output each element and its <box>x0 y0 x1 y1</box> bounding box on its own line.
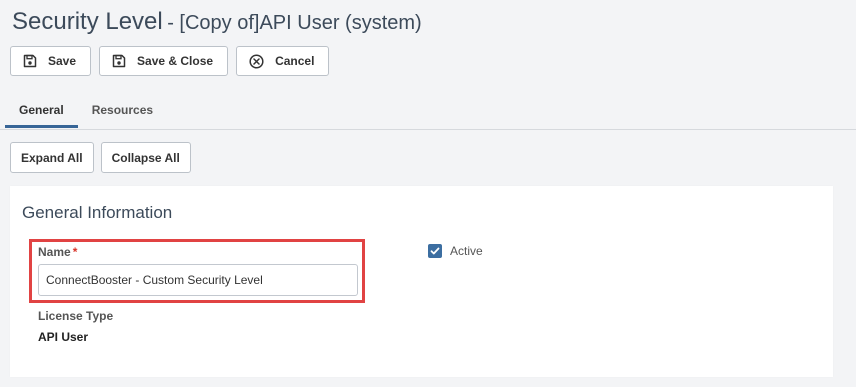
collapse-all-button[interactable]: Collapse All <box>100 142 191 173</box>
active-checkbox-row[interactable]: Active <box>428 244 483 258</box>
expand-all-button[interactable]: Expand All <box>10 142 94 173</box>
floppy-disk-icon <box>23 54 37 68</box>
name-input[interactable] <box>38 264 358 296</box>
section-title: General Information <box>22 203 173 222</box>
general-information-panel: General Information Name* Active License… <box>10 186 833 377</box>
tab-bar: General Resources <box>5 92 167 128</box>
active-label: Active <box>450 244 483 258</box>
page-header: Security Level - [Copy of]API User (syst… <box>12 8 422 36</box>
tab-resources[interactable]: Resources <box>78 92 167 128</box>
cancel-button-label: Cancel <box>275 54 315 68</box>
license-type-label: License Type <box>38 309 114 323</box>
name-label: Name * <box>38 245 77 259</box>
tab-divider <box>0 129 856 130</box>
floppy-disk-icon <box>112 54 126 68</box>
save-button[interactable]: Save <box>10 46 92 76</box>
page-subtitle: - [Copy of]API User (system) <box>167 12 422 34</box>
save-button-label: Save <box>48 54 77 68</box>
name-label-text: Name <box>38 245 71 259</box>
save-close-button-label: Save & Close <box>137 54 214 68</box>
cancel-button[interactable]: Cancel <box>236 46 330 76</box>
circle-x-icon <box>249 53 264 69</box>
required-marker: * <box>72 245 78 259</box>
page-title: Security Level <box>12 8 163 35</box>
license-type-value: API User <box>38 330 89 344</box>
check-icon <box>430 247 440 255</box>
tab-general[interactable]: General <box>5 92 78 128</box>
toolbar: Save Save & Close Cancel <box>10 46 330 76</box>
save-close-button[interactable]: Save & Close <box>99 46 229 76</box>
expand-collapse-bar: Expand All Collapse All <box>10 142 191 173</box>
active-checkbox[interactable] <box>428 244 442 258</box>
